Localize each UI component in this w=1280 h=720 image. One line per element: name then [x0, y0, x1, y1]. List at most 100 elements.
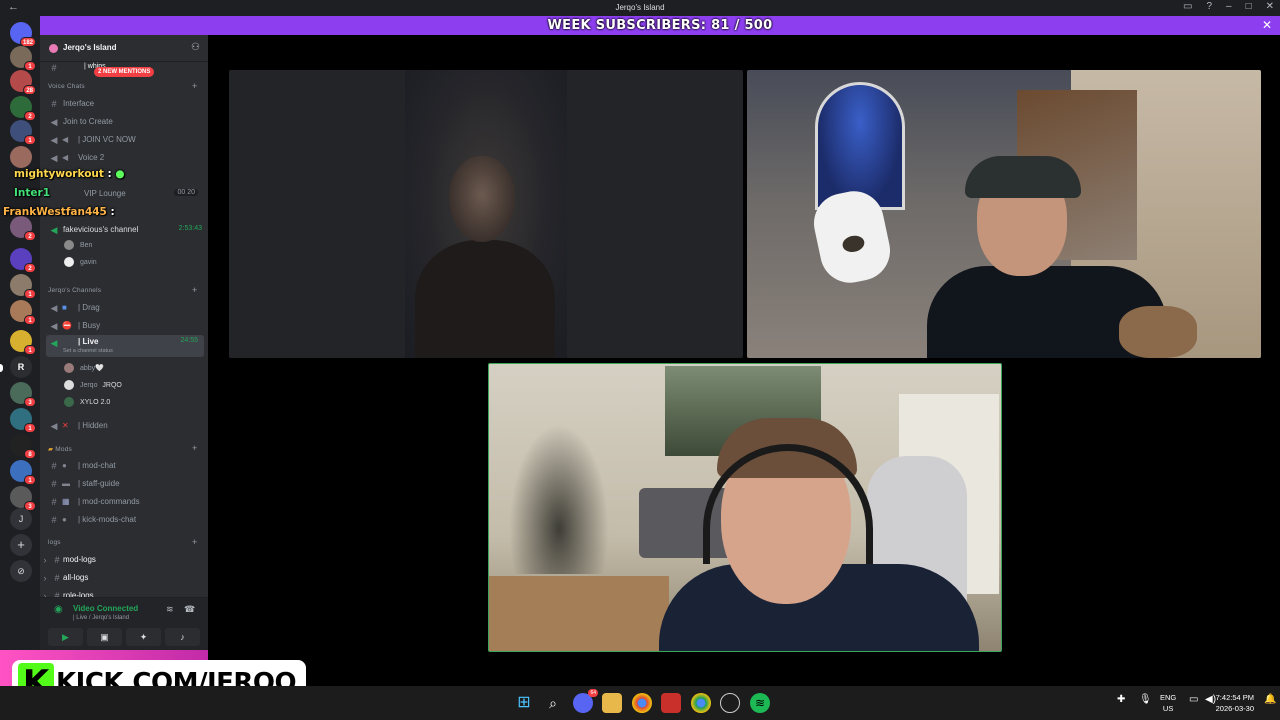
person-face — [449, 156, 515, 242]
add-channel-icon[interactable]: + — [192, 285, 197, 295]
minimize-button[interactable]: – — [1226, 1, 1232, 12]
region-code: US — [1162, 704, 1174, 713]
language-indicator[interactable]: ENG US — [1160, 692, 1176, 714]
new-mentions-badge[interactable]: 2 NEW MENTIONS — [94, 67, 155, 77]
search-icon[interactable]: ⌕ — [543, 693, 563, 713]
home-discord-icon[interactable]: 182 — [10, 22, 36, 47]
channel-fakevicious[interactable]: ◀ fakevicious's channel 2:53:43 — [40, 222, 208, 238]
channel-busy[interactable]: ◀ ⛔ | Busy — [40, 318, 208, 334]
server-icon[interactable]: 28 — [10, 70, 36, 95]
avatar — [64, 257, 74, 267]
add-channel-icon[interactable]: + — [192, 443, 197, 453]
voice-location[interactable]: | Live / Jerqo's Island — [73, 615, 129, 621]
server-icon[interactable]: 1 — [10, 46, 36, 71]
server-icon[interactable]: 1 — [10, 120, 36, 145]
signal-icon[interactable]: ◉ — [54, 604, 63, 615]
file-explorer-icon[interactable] — [602, 693, 622, 713]
server-icon[interactable]: 8 — [10, 434, 36, 459]
add-server-icon[interactable]: + — [10, 534, 32, 556]
category-mods[interactable]: ▰ Mods + — [48, 443, 197, 453]
category-voice-chats[interactable]: Voice Chats + — [48, 81, 197, 91]
voice-member[interactable]: Jerqo JRQO — [64, 380, 122, 390]
speaker-icon: ◀ — [50, 321, 58, 331]
server-icon[interactable]: J — [10, 508, 32, 530]
windows-start-icon[interactable]: ⊞ — [514, 693, 534, 713]
avatar — [64, 240, 74, 250]
server-icon[interactable]: 2 — [10, 248, 36, 273]
discover-icon[interactable]: ⊘ — [10, 560, 32, 582]
close-window-button[interactable]: ✕ — [1266, 1, 1274, 12]
voice-member[interactable]: Ben — [64, 240, 92, 250]
add-channel-icon[interactable]: + — [192, 81, 197, 91]
add-channel-icon[interactable]: + — [192, 537, 197, 547]
video-tile-abby[interactable] — [229, 70, 743, 358]
soundboard-button[interactable]: ♪ — [165, 628, 200, 646]
speaker-icon: ◀ — [50, 338, 58, 348]
book-icon: ▬ — [62, 479, 70, 488]
discord-taskbar-icon[interactable]: 64 — [573, 689, 598, 713]
channel-drag[interactable]: ◀ ■ | Drag — [40, 300, 208, 316]
category-jerqos-channels[interactable]: Jerqo's Channels + — [48, 285, 197, 295]
voice-member[interactable]: XYLO 2.0 — [64, 397, 110, 407]
camera-button[interactable]: ▶ — [48, 628, 83, 646]
category-logs[interactable]: logs + — [48, 537, 197, 547]
maximize-button[interactable]: □ — [1246, 1, 1252, 12]
server-badge: 1 — [24, 135, 36, 145]
speaker-icon: ◀ — [50, 421, 58, 431]
invite-icon[interactable]: ⚇ — [191, 42, 200, 53]
server-icon[interactable]: 1 — [10, 330, 36, 355]
server-icon[interactable]: 1 — [10, 408, 36, 433]
volume-icon[interactable]: ◀) — [1205, 694, 1216, 705]
server-badge: 2 — [24, 263, 36, 273]
channel-staff-guide[interactable]: # ▬ | staff-guide — [40, 476, 208, 492]
server-icon[interactable]: 3 — [10, 382, 36, 407]
server-icon[interactable]: 1 — [10, 274, 36, 299]
server-icon[interactable]: 1 — [10, 300, 36, 325]
channel-kick-mods-chat[interactable]: # ● | kick-mods-chat — [40, 512, 208, 528]
server-icon[interactable]: 3 — [10, 486, 36, 511]
banner-close-icon[interactable]: ✕ — [1262, 18, 1272, 32]
channel-join-vc-now[interactable]: ◀ ◀ | JOIN VC NOW — [40, 132, 208, 148]
disconnect-icon[interactable]: ☎ — [184, 604, 195, 615]
help-icon[interactable]: ? — [1206, 1, 1212, 12]
channel-mod-chat[interactable]: # ● | mod-chat — [40, 458, 208, 474]
microphone-icon[interactable]: 🎙 — [1139, 694, 1152, 705]
channel-mod-logs[interactable]: › # mod-logs — [40, 552, 208, 568]
video-tile-jerqo[interactable] — [488, 363, 1002, 652]
chrome-icon[interactable] — [632, 693, 652, 713]
spotify-icon[interactable]: ≋ — [750, 693, 770, 713]
obs-icon[interactable] — [720, 693, 740, 713]
channel-hidden[interactable]: ◀ ✕ | Hidden — [40, 418, 208, 434]
channel-status[interactable]: Set a channel status — [63, 348, 113, 354]
network-icon[interactable]: ▭ — [1189, 694, 1198, 705]
server-icon[interactable] — [10, 146, 32, 168]
category-label: logs — [48, 539, 61, 546]
app-icon[interactable] — [661, 693, 681, 713]
member-name: Jerqo — [79, 381, 98, 389]
channel-mod-commands[interactable]: # ▦ | mod-commands — [40, 494, 208, 510]
channel-all-logs[interactable]: › # all-logs — [40, 570, 208, 586]
chrome-profile-icon[interactable] — [691, 693, 711, 713]
server-badge-icon — [49, 44, 58, 53]
server-icon[interactable]: R — [10, 356, 32, 378]
server-icon[interactable]: 1 — [10, 460, 36, 485]
noise-suppression-icon[interactable]: ≋ — [166, 604, 174, 615]
screen-share-button[interactable]: ▣ — [87, 628, 122, 646]
voice-member[interactable]: abby🤍 — [64, 363, 104, 373]
server-icon[interactable]: 2 — [10, 96, 36, 121]
channel-vip-lounge[interactable]: VIP Lounge 00 20 — [40, 186, 208, 202]
server-header[interactable]: Jerqo's Island ⚇ — [40, 35, 208, 62]
channel-live[interactable]: ◀ | Live Set a channel status 24:55 — [46, 335, 204, 357]
channel-interface[interactable]: # Interface — [40, 96, 208, 112]
server-icon[interactable]: 2 — [10, 216, 36, 241]
tray-app-icon[interactable]: ✚ — [1117, 694, 1125, 705]
channel-sidebar: Jerqo's Island ⚇ # | whips 2 NEW MENTION… — [40, 35, 208, 686]
inbox-icon[interactable]: ▭ — [1183, 1, 1192, 12]
voice-member[interactable]: gavin — [64, 257, 97, 267]
clock[interactable]: 7:42:54 PM 2026-03-30 — [1216, 692, 1254, 714]
notification-bell-icon[interactable]: 🔔 — [1264, 694, 1276, 705]
activities-button[interactable]: ✦ — [126, 628, 161, 646]
channel-join-to-create[interactable]: ◀ Join to Create — [40, 114, 208, 130]
channel-voice-2[interactable]: ◀ ◀ Voice 2 — [40, 150, 208, 166]
video-tile-xylo[interactable] — [747, 70, 1261, 358]
